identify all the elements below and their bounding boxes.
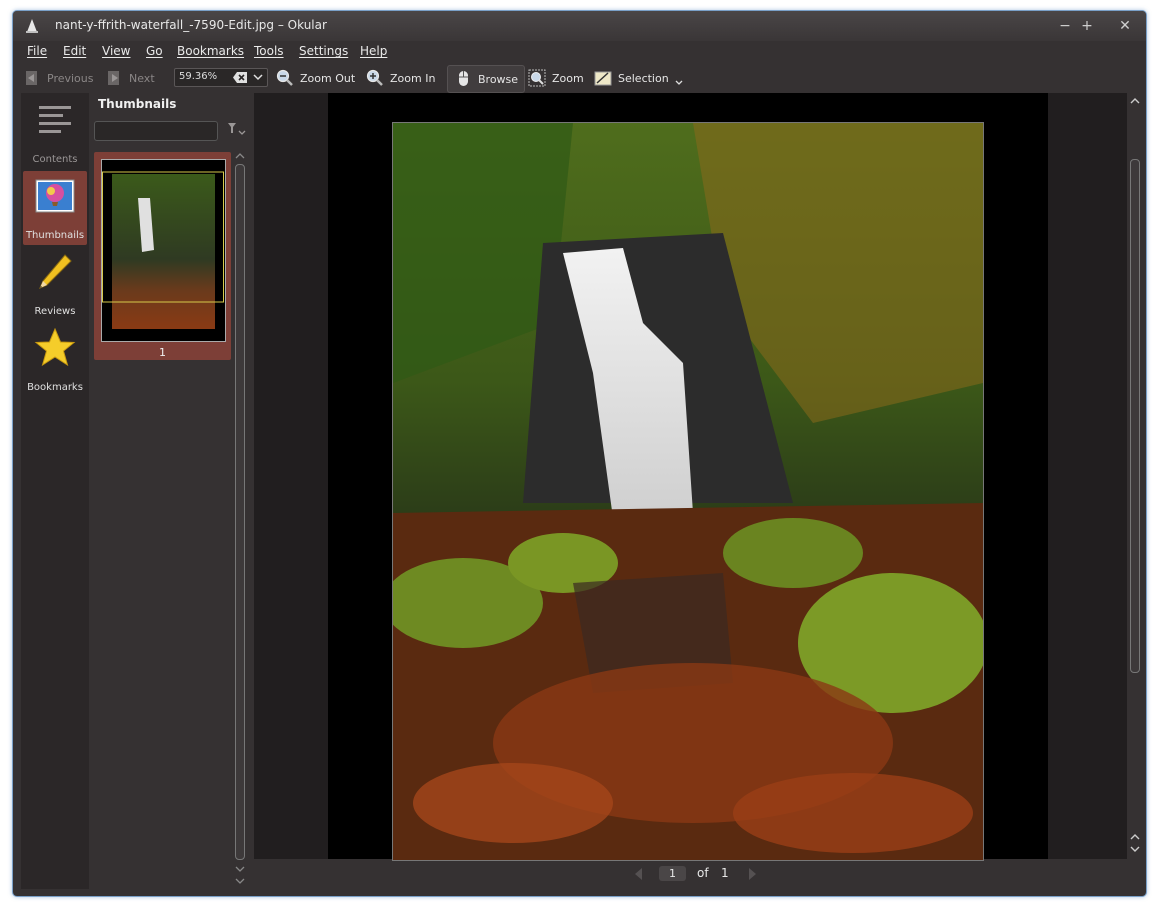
page-navigation-bar: 1 of 1 — [254, 859, 1143, 889]
thumbnails-scroll-thumb[interactable] — [235, 164, 245, 860]
selection-dropdown-chevron-icon[interactable] — [675, 80, 683, 86]
sidebar-item-label: Thumbnails — [25, 230, 85, 241]
zoom-in-label: Zoom In — [390, 71, 436, 85]
sidebar-item-label: Reviews — [34, 306, 76, 317]
okular-window: nant-y-ffrith-waterfall_-7590-Edit.jpg –… — [12, 10, 1147, 897]
thumbnails-scrollbar[interactable] — [234, 152, 245, 887]
mouse-icon — [459, 71, 468, 86]
browse-tool-button[interactable]: Browse — [447, 65, 526, 93]
zoom-tool-label: Zoom — [552, 71, 584, 85]
sidebar-item-label: Bookmarks — [27, 382, 83, 393]
scroll-down-icon[interactable] — [1130, 845, 1140, 853]
thumbnail-item[interactable]: 1 — [94, 152, 231, 360]
okular-app-icon — [26, 19, 38, 33]
of-label: of — [697, 866, 709, 880]
maximize-button[interactable]: + — [1078, 17, 1096, 35]
contents-icon — [39, 106, 71, 133]
total-pages: 1 — [721, 866, 729, 880]
menu-help[interactable]: Help — [360, 44, 387, 58]
selection-tool-button[interactable]: Selection — [594, 67, 683, 89]
sidebar: Contents Thumbnails Reviews Bookmarks — [21, 93, 89, 889]
scroll-up-icon[interactable] — [1130, 833, 1140, 841]
viewer-scrollbar[interactable] — [1127, 93, 1143, 859]
panel-title: Thumbnails — [98, 97, 177, 111]
window-title: nant-y-ffrith-waterfall_-7590-Edit.jpg –… — [55, 18, 327, 32]
thumbnails-panel: Thumbnails 1 — [91, 93, 253, 889]
zoom-in-icon — [366, 69, 383, 86]
minimize-button[interactable]: − — [1056, 17, 1074, 35]
menu-go[interactable]: Go — [146, 44, 163, 58]
close-button[interactable]: ✕ — [1116, 17, 1134, 35]
menu-file[interactable]: File — [27, 44, 47, 58]
previous-page-arrow-icon[interactable] — [633, 867, 643, 881]
document-page — [328, 93, 1048, 861]
thumbnails-icon — [35, 179, 75, 213]
scroll-end-icon[interactable] — [235, 877, 245, 885]
sidebar-item-thumbnails[interactable]: Thumbnails — [23, 171, 87, 245]
browse-label: Browse — [478, 72, 519, 86]
star-icon — [34, 327, 76, 367]
title-bar[interactable]: nant-y-ffrith-waterfall_-7590-Edit.jpg –… — [13, 11, 1146, 41]
sidebar-item-reviews[interactable]: Reviews — [23, 247, 87, 321]
waterfall-photo — [392, 122, 984, 861]
menu-bookmarks[interactable]: Bookmarks — [177, 44, 244, 58]
viewer-scroll-thumb[interactable] — [1130, 159, 1140, 673]
scroll-up-icon[interactable] — [235, 152, 245, 160]
sidebar-item-bookmarks[interactable]: Bookmarks — [23, 323, 87, 397]
zoom-tool-icon — [528, 69, 546, 87]
zoom-toolbar: Zoom Out Zoom In Browse Zoom Selection — [13, 63, 1146, 93]
sidebar-item-label: Contents — [32, 154, 78, 165]
sidebar-item-contents[interactable]: Contents — [23, 95, 87, 169]
next-page-arrow-icon[interactable] — [748, 867, 758, 881]
selection-icon — [594, 71, 612, 86]
current-page-input[interactable]: 1 — [659, 866, 686, 881]
selection-label: Selection — [618, 71, 669, 85]
menu-view[interactable]: View — [102, 44, 130, 58]
menu-bar: File Edit View Go Bookmarks Tools Settin… — [13, 41, 1146, 63]
scroll-up-icon[interactable] — [1130, 97, 1140, 105]
menu-tools[interactable]: Tools — [254, 44, 284, 58]
document-viewer[interactable] — [254, 93, 1127, 861]
zoom-out-icon — [276, 69, 293, 86]
zoom-in-button[interactable]: Zoom In — [366, 67, 435, 89]
menu-edit[interactable]: Edit — [63, 44, 86, 58]
thumbnail-filter-input[interactable] — [94, 121, 218, 141]
filter-icon[interactable] — [226, 121, 246, 137]
pencil-icon — [39, 254, 72, 289]
zoom-tool-button[interactable]: Zoom — [528, 67, 584, 89]
thumbnail-image — [101, 159, 226, 342]
zoom-out-label: Zoom Out — [300, 71, 356, 85]
zoom-out-button[interactable]: Zoom Out — [276, 67, 355, 89]
thumbnail-page-number: 1 — [159, 346, 166, 359]
scroll-down-icon[interactable] — [235, 865, 245, 873]
menu-settings[interactable]: Settings — [299, 44, 348, 58]
